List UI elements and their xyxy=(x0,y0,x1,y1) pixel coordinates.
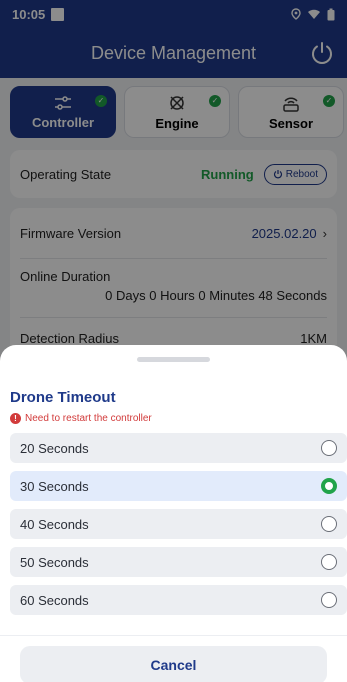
option-label: 20 Seconds xyxy=(20,440,89,456)
sheet-title: Drone Timeout xyxy=(10,389,116,406)
radio-button[interactable] xyxy=(321,440,337,456)
option-label: 30 Seconds xyxy=(20,478,89,494)
radio-button[interactable] xyxy=(321,554,337,570)
option-label: 40 Seconds xyxy=(20,516,89,532)
timeout-option-30[interactable]: 30 Seconds xyxy=(10,471,347,501)
warning-text: Need to restart the controller xyxy=(25,413,152,424)
drone-timeout-sheet: Drone Timeout ! Need to restart the cont… xyxy=(0,345,347,682)
radio-button[interactable] xyxy=(321,592,337,608)
timeout-option-20[interactable]: 20 Seconds xyxy=(10,433,347,463)
option-label: 50 Seconds xyxy=(20,554,89,570)
timeout-option-50[interactable]: 50 Seconds xyxy=(10,547,347,577)
radio-button-selected[interactable] xyxy=(321,478,337,494)
cancel-button[interactable]: Cancel xyxy=(20,646,327,682)
divider xyxy=(0,635,347,636)
restart-warning: ! Need to restart the controller xyxy=(10,413,152,424)
timeout-option-60[interactable]: 60 Seconds xyxy=(10,585,347,615)
alert-icon: ! xyxy=(10,413,21,424)
timeout-option-40[interactable]: 40 Seconds xyxy=(10,509,347,539)
drag-handle[interactable] xyxy=(137,357,210,362)
radio-button[interactable] xyxy=(321,516,337,532)
option-label: 60 Seconds xyxy=(20,592,89,608)
timeout-options: 20 Seconds 30 Seconds 40 Seconds 50 Seco… xyxy=(10,433,347,623)
